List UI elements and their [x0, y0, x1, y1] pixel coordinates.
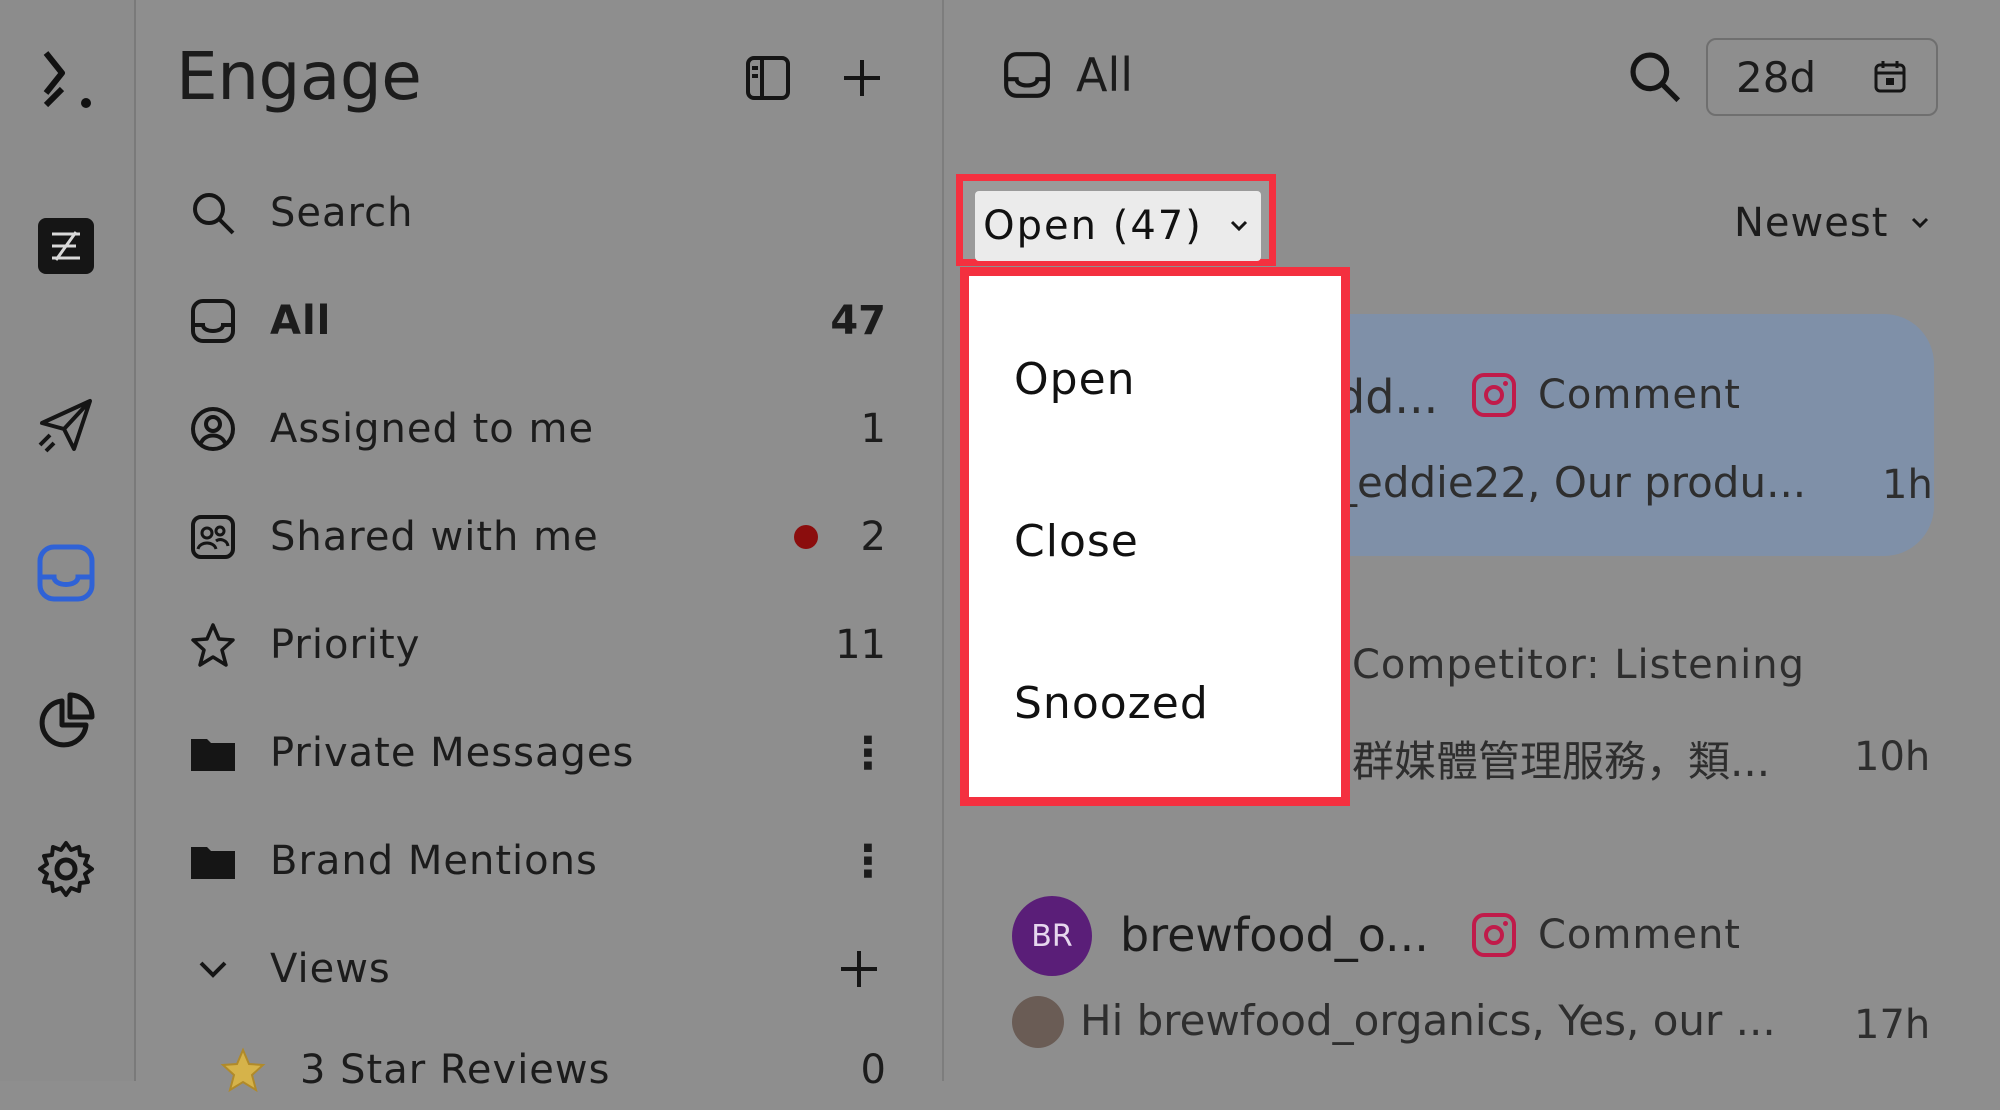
- comment-tag: Comment: [1472, 372, 1741, 418]
- settings-icon[interactable]: [33, 836, 99, 902]
- sidebar-item-private-messages[interactable]: Private Messages ⋮: [186, 713, 890, 793]
- instagram-icon: [1472, 913, 1516, 957]
- page-title: Engage: [176, 38, 422, 115]
- app-rail: [0, 0, 136, 1081]
- conversation-time: 10h: [1854, 734, 1931, 780]
- sidebar-item-label: Priority: [270, 622, 421, 668]
- folder-icon: [186, 834, 240, 888]
- publish-icon[interactable]: [33, 392, 99, 458]
- calendar-icon: [1874, 61, 1906, 93]
- item-count: 1: [860, 406, 886, 452]
- inbox-icon[interactable]: [33, 540, 99, 606]
- conversation-snippet: Hi brewfood_organics, Yes, our ...: [1080, 996, 1776, 1045]
- conversation-name: dd...: [1336, 370, 1439, 424]
- conversation-name: brewfood_o...: [1120, 908, 1429, 962]
- avatar: BR: [1012, 896, 1092, 976]
- sidebar-item-label: Assigned to me: [270, 406, 595, 452]
- shared-users-icon: [186, 510, 240, 564]
- inbox-icon: [186, 294, 240, 348]
- conversation-time: 1h: [1882, 462, 1933, 508]
- sidebar-item-priority[interactable]: Priority 11: [186, 605, 886, 685]
- sort-label: Newest: [1734, 200, 1889, 246]
- comment-tag: Comment: [1472, 912, 1741, 958]
- inbox-title: All: [1076, 48, 1134, 102]
- status-option-open[interactable]: Open: [1014, 354, 1136, 405]
- views-section-toggle[interactable]: Views: [186, 929, 886, 1009]
- search-button[interactable]: [1624, 46, 1686, 108]
- conversation-time: 17h: [1854, 1002, 1931, 1048]
- toggle-sidebar-button[interactable]: [740, 50, 796, 106]
- sort-dropdown[interactable]: Newest: [1734, 200, 1934, 246]
- views-label: Views: [270, 946, 391, 992]
- status-filter-button[interactable]: Open (47): [975, 191, 1261, 261]
- add-view-icon[interactable]: [832, 942, 886, 996]
- panel-icon: [746, 56, 790, 100]
- chevron-down-icon: [1230, 220, 1247, 232]
- sidebar-item-label: Brand Mentions: [270, 838, 598, 884]
- conversation-card-selected[interactable]: [1274, 314, 1934, 556]
- sidebar-item-label: All: [270, 298, 332, 344]
- inbox-header: All: [1002, 48, 1133, 102]
- search-icon: [1630, 52, 1681, 103]
- comment-type-label: Comment: [1538, 372, 1741, 418]
- add-button[interactable]: [834, 50, 890, 106]
- brand-icon[interactable]: [33, 213, 99, 279]
- item-count: 0: [860, 1047, 886, 1093]
- more-options-icon[interactable]: ⋮: [846, 728, 890, 779]
- view-item-label: 3 Star Reviews: [300, 1047, 611, 1093]
- conversation-snippet: 群媒體管理服務，類...: [1352, 737, 1771, 786]
- status-filter-label: Open (47): [983, 203, 1203, 249]
- user-circle-icon: [186, 402, 240, 456]
- chevron-down-icon: [186, 942, 240, 996]
- chevron-down-icon: [1912, 217, 1929, 229]
- item-count: 2: [860, 514, 886, 560]
- sidebar-item-assigned[interactable]: Assigned to me 1: [186, 389, 886, 469]
- folder-icon: [186, 726, 240, 780]
- logo-icon[interactable]: [33, 46, 99, 112]
- status-option-snoozed[interactable]: Snoozed: [1014, 678, 1209, 729]
- unread-dot: [794, 525, 818, 549]
- item-count: 47: [830, 298, 886, 344]
- star-icon: [186, 618, 240, 672]
- plus-icon: [844, 60, 880, 96]
- avatar: [1012, 996, 1064, 1048]
- comment-type-label: Comment: [1538, 912, 1741, 958]
- sidebar-item-label: Shared with me: [270, 514, 599, 560]
- date-range-button[interactable]: 28d: [1706, 38, 1938, 116]
- inbox-icon: [1004, 52, 1050, 98]
- inbox-sidebar: Engage Search All 47 Assigned to me 1 Sh…: [136, 0, 944, 1093]
- sidebar-item-label: Private Messages: [270, 730, 635, 776]
- search-item[interactable]: Search: [186, 173, 886, 253]
- instagram-icon: [1472, 373, 1516, 417]
- view-item[interactable]: 3 Star Reviews 0: [216, 1030, 886, 1110]
- search-icon: [186, 186, 240, 240]
- date-range-label: 28d: [1736, 52, 1817, 102]
- conversation-name: Competitor: Listening: [1352, 642, 1805, 688]
- conversation-snippet: _eddie22, Our produ...: [1336, 458, 1807, 507]
- item-count: 11: [835, 622, 886, 668]
- status-filter-highlight: Open (47): [956, 174, 1276, 266]
- star-rating-icon: [216, 1043, 270, 1097]
- analytics-icon[interactable]: [33, 688, 99, 754]
- search-label: Search: [270, 190, 414, 236]
- status-option-close[interactable]: Close: [1014, 516, 1139, 567]
- sidebar-item-brand-mentions[interactable]: Brand Mentions ⋮: [186, 821, 890, 901]
- sidebar-item-all[interactable]: All 47: [186, 281, 886, 361]
- more-options-icon[interactable]: ⋮: [846, 836, 890, 887]
- sidebar-item-shared[interactable]: Shared with me 2: [186, 497, 886, 577]
- status-dropdown-menu: Open Close Snoozed: [960, 267, 1350, 806]
